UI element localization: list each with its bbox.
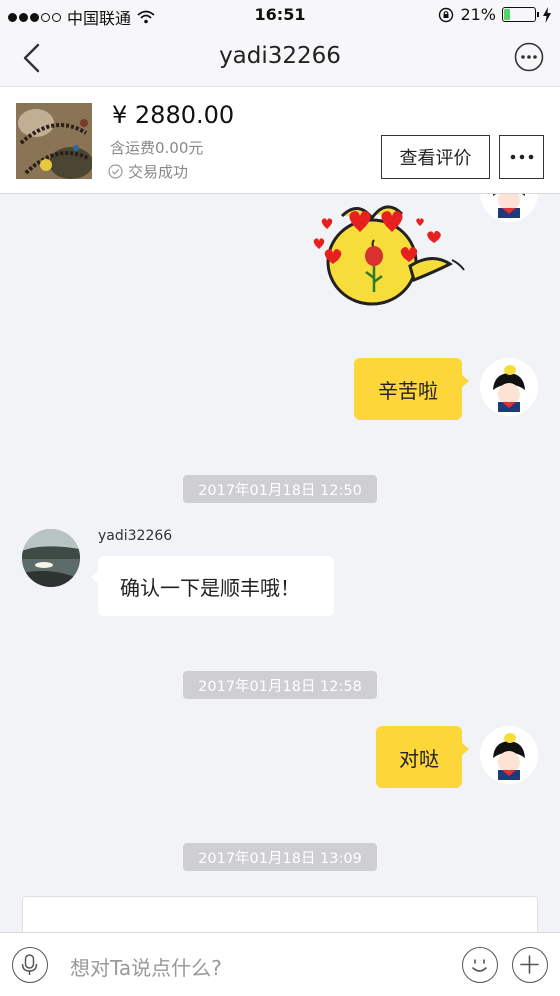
timestamp: 2017年01月18日 12:58 bbox=[183, 671, 377, 699]
view-review-button[interactable]: 查看评价 bbox=[381, 135, 490, 179]
product-price: ¥ 2880.00 bbox=[112, 101, 235, 129]
my-avatar[interactable] bbox=[480, 194, 538, 222]
timestamp: 2017年01月18日 13:09 bbox=[183, 843, 377, 871]
smiley-icon bbox=[472, 959, 487, 972]
input-bar: 想对Ta说点什么? bbox=[0, 932, 560, 996]
page-title: yadi32266 bbox=[219, 43, 341, 69]
message-bubble-them[interactable]: 确认一下是顺丰哦！ bbox=[91, 556, 334, 616]
chat-area[interactable]: 辛苦啦 2017年01月18日 12:50 yadi32266 确认一下是顺丰哦… bbox=[0, 194, 560, 932]
voice-button[interactable] bbox=[12, 947, 48, 983]
system-card[interactable] bbox=[22, 896, 538, 932]
charging-icon bbox=[543, 6, 551, 23]
trade-status-label: 交易成功 bbox=[128, 163, 189, 181]
my-avatar[interactable] bbox=[480, 726, 538, 784]
message-bubble-me[interactable]: 对哒 bbox=[376, 726, 469, 788]
emoji-button[interactable] bbox=[462, 947, 498, 983]
navigation-bar: yadi32266 bbox=[0, 30, 560, 86]
sender-name: yadi32266 bbox=[98, 528, 173, 544]
trade-status: 交易成功 bbox=[108, 161, 188, 182]
more-actions-button[interactable] bbox=[512, 947, 548, 983]
plus-icon bbox=[520, 955, 539, 974]
more-options-icon[interactable] bbox=[514, 42, 544, 72]
product-card[interactable]: ¥ 2880.00 含运费0.00元 交易成功 查看评价 bbox=[0, 86, 560, 194]
sticker-message[interactable] bbox=[302, 194, 470, 312]
my-avatar[interactable] bbox=[480, 358, 538, 416]
microphone-icon bbox=[21, 954, 38, 975]
timestamp: 2017年01月18日 12:50 bbox=[183, 475, 377, 503]
product-more-button[interactable] bbox=[499, 135, 544, 179]
shipping-fee: 含运费0.00元 bbox=[110, 139, 204, 157]
message-input[interactable]: 想对Ta说点什么? bbox=[70, 952, 222, 981]
status-bar: 中国联通 16:51 21% bbox=[0, 0, 560, 30]
check-circle-icon bbox=[108, 164, 123, 179]
rotation-lock-icon bbox=[439, 7, 454, 22]
message-bubble-me[interactable]: 辛苦啦 bbox=[354, 358, 469, 420]
contact-avatar[interactable] bbox=[22, 529, 80, 587]
status-right: 21% bbox=[438, 5, 552, 24]
battery-icon bbox=[502, 7, 539, 22]
ellipsis-icon bbox=[510, 154, 533, 160]
battery-percent: 21% bbox=[460, 5, 496, 24]
product-thumbnail[interactable] bbox=[16, 103, 92, 179]
